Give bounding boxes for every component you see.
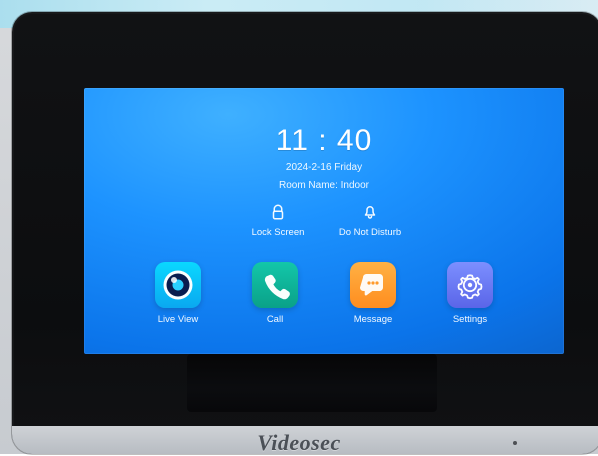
do-not-disturb-label: Do Not Disturb	[338, 227, 402, 238]
bell-icon	[364, 206, 376, 219]
app-message[interactable]: Message	[327, 262, 419, 336]
call-tile	[252, 262, 298, 308]
stand-shadow	[187, 354, 437, 412]
lock-icon	[272, 204, 284, 220]
room-name: Room Name: Indoor	[278, 180, 370, 191]
live-view-tile	[155, 262, 201, 308]
app-settings[interactable]: Settings	[424, 262, 516, 336]
live-view-label: Live View	[157, 314, 199, 325]
phone-icon	[264, 274, 290, 300]
brand-logo: Videosec	[257, 430, 341, 455]
touchscreen: 11 : 40 2024-2-16 Friday Room Name: Indo…	[84, 88, 564, 354]
app-grid: Live View Call Message Settings	[84, 262, 564, 342]
camera-icon	[163, 270, 193, 300]
settings-tile	[447, 262, 493, 308]
clock-time: 11 : 40	[275, 124, 373, 157]
clock-date: 2024-2-16 Friday	[285, 162, 363, 173]
app-live-view[interactable]: Live View	[132, 262, 224, 336]
call-label: Call	[266, 314, 284, 325]
app-call[interactable]: Call	[229, 262, 321, 336]
gear-icon	[457, 274, 483, 300]
message-icon	[360, 274, 383, 296]
sensor-dot	[513, 441, 517, 445]
intercom-device: 11 : 40 2024-2-16 Friday Room Name: Indo…	[12, 12, 598, 454]
message-label: Message	[353, 314, 393, 325]
do-not-disturb-button[interactable]: Do Not Disturb	[310, 203, 430, 247]
message-tile	[350, 262, 396, 308]
settings-label: Settings	[452, 314, 488, 325]
